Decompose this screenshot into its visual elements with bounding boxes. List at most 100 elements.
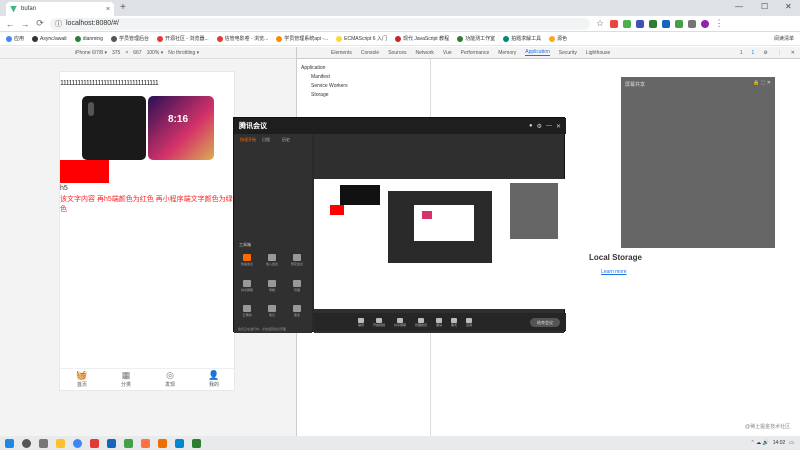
bookmark[interactable]: 源色: [549, 35, 567, 42]
bookmark[interactable]: 应用: [6, 35, 24, 42]
close-icon[interactable]: ✕: [556, 123, 561, 130]
maximize-button[interactable]: ☐: [761, 2, 768, 11]
end-meeting-button[interactable]: 结束会议: [530, 318, 560, 327]
extension-icon[interactable]: [636, 19, 644, 28]
settings-icon[interactable]: ⚙: [537, 123, 542, 130]
extension-icon[interactable]: [662, 19, 670, 28]
extension-icon[interactable]: [675, 19, 683, 28]
extension-icon[interactable]: [610, 19, 618, 28]
toolbar-item[interactable]: 聊天: [451, 317, 457, 327]
toolbar-item[interactable]: 共享屏幕: [394, 317, 406, 327]
bookmark[interactable]: 现代 JavaScript 教程: [394, 35, 449, 42]
minimize-icon[interactable]: —: [546, 123, 552, 130]
close-devtools-icon[interactable]: ✕: [791, 50, 800, 56]
tool-item[interactable]: 快速会议: [238, 254, 256, 274]
bookmark[interactable]: ECMAScript 6 入门: [336, 35, 387, 42]
zoom-select[interactable]: 100% ▾: [147, 50, 164, 56]
bookmark[interactable]: 功能测工作室: [457, 35, 495, 42]
tool-item[interactable]: 笔记: [263, 305, 281, 325]
url-field[interactable]: ⓘ localhost:8080/#/: [50, 17, 590, 30]
tray-icons[interactable]: ⌃ ☁ 🔊: [751, 440, 769, 446]
toolbar-item[interactable]: 静音: [358, 317, 364, 327]
windows-start-icon[interactable]: [5, 438, 14, 448]
reading-list[interactable]: 阅读清单: [774, 35, 794, 42]
clock[interactable]: 14:02: [773, 440, 786, 446]
preview-controls[interactable]: 🔒 ⬚ ✕: [753, 80, 771, 86]
tool-item[interactable]: 更多: [288, 305, 306, 325]
menu-icon[interactable]: ⋮: [714, 18, 724, 29]
notifications-icon[interactable]: ▭: [789, 440, 794, 446]
app-icon[interactable]: [175, 438, 184, 448]
left-tab[interactable]: 快速开始: [240, 137, 256, 143]
height-input[interactable]: 667: [133, 50, 141, 56]
tool-item[interactable]: 共享屏幕: [238, 280, 256, 300]
extension-icon[interactable]: [649, 19, 657, 28]
left-tab[interactable]: 历史: [282, 137, 290, 143]
bookmark[interactable]: 学员管理后台: [111, 35, 149, 42]
extension-icon[interactable]: [688, 19, 696, 28]
sidebar-item-manifest[interactable]: Manifest: [301, 74, 426, 80]
toolbar-item[interactable]: 开启视频: [373, 317, 385, 327]
tab-performance[interactable]: Performance: [461, 50, 490, 56]
minimize-button[interactable]: —: [735, 2, 743, 11]
extension-icon[interactable]: [623, 19, 631, 28]
tab-vue[interactable]: Vue: [443, 50, 452, 56]
file-explorer-icon[interactable]: [56, 438, 65, 448]
learn-more-link[interactable]: Learn more: [601, 269, 627, 275]
device-select[interactable]: iPhone 6/7/8 ▾: [75, 50, 107, 56]
tab-discover[interactable]: ◎ 发现: [148, 369, 192, 390]
warning-count[interactable]: 1: [752, 50, 755, 56]
error-count[interactable]: 1: [740, 50, 743, 56]
app-icon[interactable]: [158, 438, 167, 448]
app-icon[interactable]: [90, 438, 99, 448]
tool-item[interactable]: 预定会议: [288, 254, 306, 274]
settings-icon[interactable]: ⚙: [763, 50, 767, 56]
sidebar-item-service-workers[interactable]: Service Workers: [301, 83, 426, 89]
tool-item[interactable]: 云录制: [238, 305, 256, 325]
bookmark[interactable]: 学员管理系统api -...: [276, 35, 328, 42]
browser-tab[interactable]: bufan ×: [6, 2, 114, 16]
vscode-icon[interactable]: [107, 438, 116, 448]
sidebar-item-storage[interactable]: Storage: [301, 92, 426, 98]
tool-item[interactable]: 录制: [263, 280, 281, 300]
tab-close-icon[interactable]: ×: [106, 6, 110, 13]
throttling-select[interactable]: No throttling ▾: [168, 50, 199, 56]
wechat-icon[interactable]: [124, 438, 133, 448]
close-window-button[interactable]: ✕: [785, 2, 792, 11]
forward-icon[interactable]: →: [20, 19, 30, 29]
bookmark[interactable]: dianming: [74, 35, 103, 42]
width-input[interactable]: 375: [112, 50, 120, 56]
tab-sources[interactable]: Sources: [388, 50, 406, 56]
toolbar-item[interactable]: 邀请: [436, 317, 442, 327]
app-icon[interactable]: [192, 438, 201, 448]
tab-home[interactable]: 🧺 首页: [60, 369, 104, 390]
toolbar-item[interactable]: 应用: [466, 317, 472, 327]
tab-lighthouse[interactable]: Lighthouse: [586, 50, 610, 56]
app-icon[interactable]: [141, 438, 150, 448]
tab-application[interactable]: Application: [525, 49, 550, 56]
left-tab[interactable]: 日程: [262, 137, 270, 143]
more-icon[interactable]: ⋮: [777, 50, 782, 56]
avatar[interactable]: [701, 19, 709, 28]
new-tab-button[interactable]: +: [120, 2, 126, 13]
task-view-icon[interactable]: [39, 438, 48, 448]
tab-security[interactable]: Security: [559, 50, 577, 56]
tab-network[interactable]: Network: [416, 50, 434, 56]
bookmark[interactable]: 开源社区 - 浏览器...: [157, 35, 209, 42]
tab-category[interactable]: ▦ 分类: [104, 369, 148, 390]
avatar[interactable]: ●: [529, 123, 533, 130]
tab-memory[interactable]: Memory: [498, 50, 516, 56]
chrome-icon[interactable]: [73, 438, 82, 448]
search-icon[interactable]: [22, 438, 31, 448]
tab-console[interactable]: Console: [361, 50, 379, 56]
toolbar-item[interactable]: 管理成员: [415, 317, 427, 327]
reload-icon[interactable]: ⟳: [35, 18, 45, 29]
tab-mine[interactable]: 👤 我的: [192, 369, 236, 390]
bookmark[interactable]: Async/await: [32, 35, 67, 42]
tab-elements[interactable]: Elements: [331, 50, 352, 56]
star-icon[interactable]: ☆: [595, 18, 605, 29]
tool-item[interactable]: 加入会议: [263, 254, 281, 274]
bookmark[interactable]: 信管电影卷 - 浏览...: [216, 35, 268, 42]
back-icon[interactable]: ←: [5, 19, 15, 29]
tool-item[interactable]: 管理: [288, 280, 306, 300]
